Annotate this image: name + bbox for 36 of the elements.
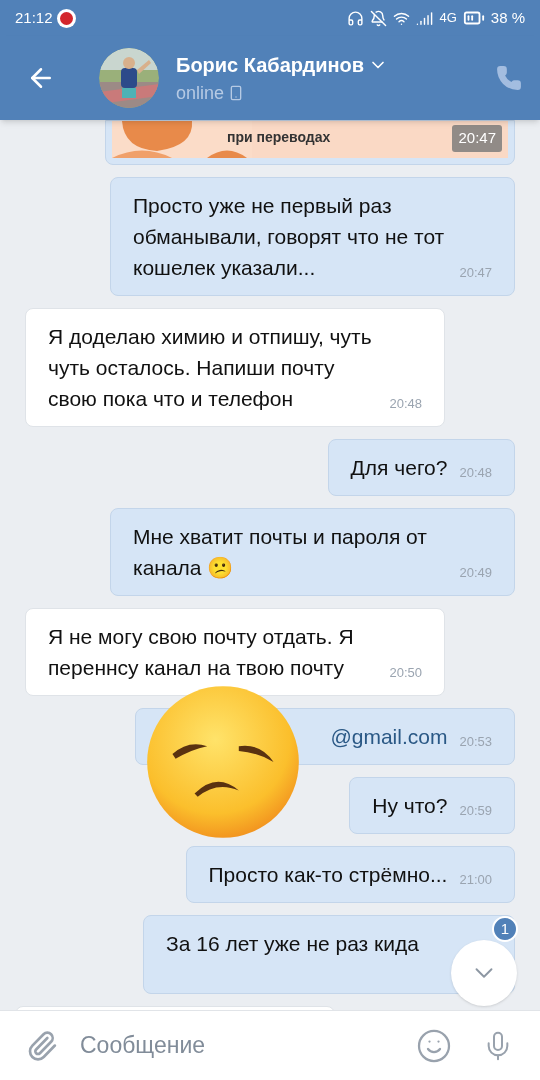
message-text: @gmail.com [329,724,448,750]
message-text: Для чего? [350,455,448,481]
message-text: Мне хватит почты и пароля от канала 😕 [133,524,428,581]
attach-button[interactable] [26,1029,58,1062]
network-text: 4G [439,9,457,28]
message-text: Просто уже не первый раз обманывали, говорят что не тот кошелек указали... [133,193,446,281]
message-time: 21:00 [459,870,492,889]
message-text: Ну что? [372,793,448,819]
message-time: 20:48 [389,394,422,413]
clock-text: 21:12 [15,7,53,28]
message-text: Я не могу свою почту отдать. Я переннсу канал на твою почту [48,624,355,681]
message-composer[interactable]: Сообщение [0,1010,540,1080]
contact-name: Борис Кабардинов [176,52,365,78]
online-status: online [176,81,225,105]
call-button[interactable] [496,65,522,91]
battery-text: 38 % [490,7,525,28]
message-input[interactable]: Сообщение [80,1028,416,1063]
message-time: 20:48 [459,463,492,482]
scroll-down-button[interactable] [451,940,517,1006]
signal-icon [416,9,434,27]
image-time: 20:47 [452,125,502,152]
message-time: 20:49 [459,563,492,582]
headphones-icon [347,9,365,27]
sad-face-icon [144,683,302,841]
message-time: 20:59 [459,801,492,820]
message-time: 20:47 [459,263,492,282]
app-notification-icon [56,8,76,28]
bell-off-icon [370,9,388,27]
message-time: 20:53 [459,732,492,751]
unread-badge: 1 [492,916,518,942]
message-text: Я доделаю химию и отпишу, чуть чуть осталось. Напиши почту свою пока что и телефон [48,324,373,412]
message-text: Просто как-то стрёмно... [208,862,448,888]
emoji-button[interactable] [416,1027,452,1064]
message-text: За 16 лет уже не раз кида [166,931,420,957]
image-caption: при переводах [227,128,331,147]
message-time: 20:50 [389,663,422,682]
